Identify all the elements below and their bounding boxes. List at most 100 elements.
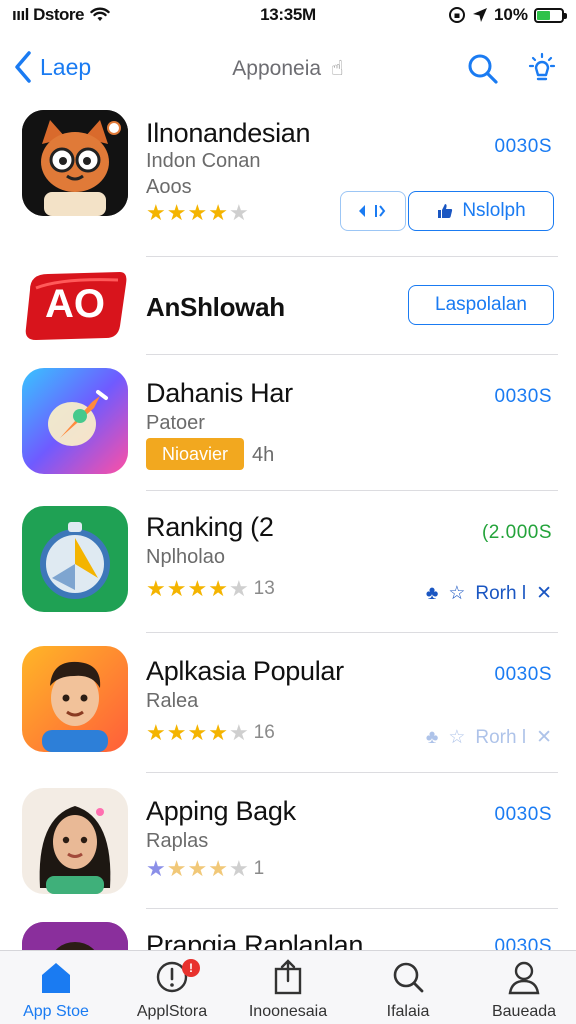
rating-stars: ★ ★ ★ ★ ★ 1 [146, 856, 264, 882]
app-icon-ao: AO [22, 268, 128, 342]
star-empty-icon: ★ [228, 200, 249, 225]
star-icon: ★ [208, 720, 228, 745]
app-icon-partial [22, 922, 128, 950]
star-icon: ★ [146, 720, 166, 745]
partial-avatar-icon [22, 922, 128, 950]
app-row[interactable]: Dahanis Har Patoer Nioavier 4h 0030S [0, 356, 576, 490]
rating-count: 13 [253, 578, 275, 599]
app-row[interactable]: Prapgia Raplanlan 0030S [0, 910, 576, 950]
tab-label: Baueada [491, 1003, 557, 1020]
like-button[interactable]: Nslolph [408, 191, 554, 231]
app-title: Apping Bagk [146, 796, 296, 826]
row-divider [146, 256, 558, 257]
install-button-label: Laspolalan [435, 294, 527, 315]
star-outline-icon[interactable]: ☆ [448, 726, 465, 749]
star-icon: ★ [187, 200, 208, 225]
row-divider [146, 772, 558, 773]
navigation-bar: Laep Apponeia ☝ [0, 42, 576, 98]
price-button[interactable]: 0030S [495, 936, 552, 950]
price-button[interactable]: 0030S [495, 136, 552, 158]
play-preview-button[interactable] [340, 191, 406, 231]
close-icon[interactable]: ✕ [536, 582, 552, 605]
price-button[interactable]: (2.000S [482, 522, 552, 544]
star-icon: ★ [166, 576, 187, 601]
action-label[interactable]: Rorh l [475, 727, 526, 749]
tab-label: Ifalaia [386, 1003, 430, 1020]
app-title: AnShlowah [146, 292, 285, 322]
cat-mascot-icon [22, 110, 128, 216]
app-subtitle: Indon Conan [146, 150, 261, 172]
star-icon: ★ [166, 720, 187, 745]
search-icon[interactable] [464, 50, 502, 88]
row-divider [146, 354, 558, 355]
rating-stars: ★ ★ ★ ★ ★ [146, 200, 249, 226]
chart-icon[interactable]: ♣ [426, 727, 438, 749]
boy-avatar-icon [22, 646, 128, 752]
price-button[interactable]: 0030S [495, 804, 552, 826]
star-icon: ★ [187, 576, 208, 601]
star-icon: ★ [208, 576, 228, 601]
row-actions: ♣ ☆ Rorh l ✕ [426, 726, 552, 749]
tab-indonesia[interactable]: Inoonesaia [232, 957, 344, 1021]
tab-label: ApplStora [136, 1003, 208, 1020]
search-icon [393, 962, 424, 993]
star-icon: ★ [166, 200, 187, 225]
status-bar: ıııl Dstore 13:35M 10% [0, 0, 576, 34]
tab-search[interactable]: Ifalaia [352, 957, 464, 1021]
star-icon: ★ [187, 856, 208, 881]
girl-avatar-icon [22, 788, 128, 894]
star-empty-icon: ★ [228, 856, 249, 881]
price-button[interactable]: 0030S [495, 386, 552, 408]
app-title: Ilnonandesian [146, 118, 311, 148]
price-button[interactable]: 0030S [495, 664, 552, 686]
star-icon: ★ [146, 856, 166, 881]
close-icon[interactable]: ✕ [536, 726, 552, 749]
compass-app-icon [22, 506, 128, 612]
star-icon: ★ [166, 856, 187, 881]
ao-logo-text: AO [45, 282, 105, 326]
star-icon: ★ [208, 200, 228, 225]
app-title: Aplkasia Popular [146, 656, 344, 686]
app-icon-avatar-girl [22, 788, 128, 894]
app-row[interactable]: Ranking (2 Nplholao ★ ★ ★ ★ ★ 13 (2.000S ♣ ☆… [0, 492, 576, 632]
star-icon: ★ [208, 856, 228, 881]
app-row[interactable]: Apping Bagk Raplas ★ ★ ★ ★ ★ 1 0030S [0, 774, 576, 908]
duration-label: 4h [252, 444, 275, 466]
action-label[interactable]: Rorh l [475, 583, 526, 605]
location-arrow-icon [472, 8, 487, 22]
row-divider [146, 632, 558, 633]
status-right: 10% [448, 5, 567, 25]
app-icon-rocket [22, 368, 128, 474]
app-title: Prapgia Raplanlan [146, 930, 364, 950]
app-subtitle-secondary: Aoos [146, 176, 192, 198]
app-title: Dahanis Har [146, 378, 293, 408]
app-subtitle: Raplas [146, 830, 209, 852]
tab-label: Inoonesaia [248, 1003, 328, 1020]
app-icon-cat [22, 110, 128, 216]
person-icon [508, 961, 540, 995]
lightbulb-icon[interactable] [524, 50, 560, 88]
star-icon: ★ [146, 200, 166, 225]
app-subtitle: Patoer [146, 412, 205, 434]
rating-stars: ★ ★ ★ ★ ★ 13 [146, 576, 275, 602]
battery-icon [534, 7, 567, 23]
app-title: Ranking (2 [146, 512, 274, 542]
rating-stars: ★ ★ ★ ★ ★ 16 [146, 720, 275, 746]
star-empty-icon: ★ [228, 720, 249, 745]
hand-icon: ☝ [330, 57, 344, 80]
app-row[interactable]: Aplkasia Popular Ralea ★ ★ ★ ★ ★ 16 0030S ♣ … [0, 634, 576, 772]
notification-badge: ! [182, 959, 200, 977]
tab-app-store[interactable]: App Stoe [0, 957, 112, 1021]
tab-notifications[interactable]: ! ApplStora [116, 957, 228, 1021]
star-icon: ★ [146, 576, 166, 601]
star-outline-icon[interactable]: ☆ [448, 582, 465, 605]
app-row[interactable]: AO AnShlowah Laspolalan [0, 258, 576, 354]
tab-profile[interactable]: Baueada [468, 957, 576, 1021]
install-button[interactable]: Laspolalan [408, 285, 554, 325]
house-icon [42, 963, 70, 993]
app-subtitle: Nplholao [146, 546, 225, 568]
chart-icon[interactable]: ♣ [426, 583, 438, 605]
app-row[interactable]: Ilnonandesian Indon Conan Aoos ★ ★ ★ ★ ★ 003… [0, 108, 576, 254]
star-icon: ★ [187, 720, 208, 745]
battery-percent: 10% [493, 5, 528, 24]
